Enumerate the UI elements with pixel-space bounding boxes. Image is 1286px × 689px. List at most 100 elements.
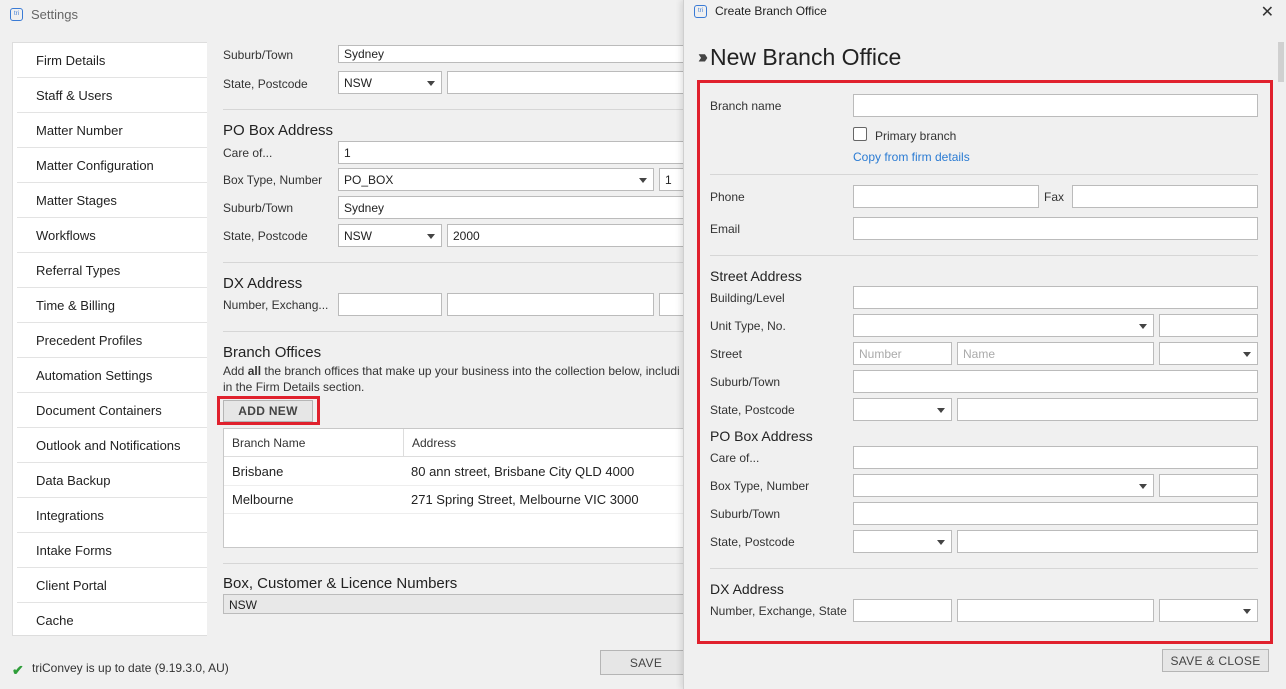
sidebar-item-outlook-notifications[interactable]: Outlook and Notifications — [17, 428, 207, 463]
sidebar-item-cache[interactable]: Cache — [17, 603, 207, 635]
close-icon[interactable]: ✕ — [1261, 2, 1274, 22]
po-postcode-field[interactable] — [957, 530, 1258, 553]
state-postcode-label: State, Postcode — [710, 403, 795, 417]
box-type-select[interactable] — [853, 474, 1154, 497]
street-postcode-field[interactable] — [447, 71, 687, 94]
po-postcode-field[interactable]: 2000 — [447, 224, 687, 247]
building-level-field[interactable] — [853, 286, 1258, 309]
dialog-title: Create Branch Office — [715, 4, 827, 18]
sidebar-item-client-portal[interactable]: Client Portal — [17, 568, 207, 603]
dx-label: Number, Exchange, State — [710, 604, 847, 618]
sidebar-item-matter-stages[interactable]: Matter Stages — [17, 183, 207, 218]
column-header-branch-name[interactable]: Branch Name — [224, 429, 404, 457]
dx-state-select[interactable] — [1159, 599, 1258, 622]
fax-label: Fax — [1044, 190, 1065, 204]
state-select[interactable] — [853, 398, 952, 421]
street-name-field[interactable]: Name — [957, 342, 1154, 365]
check-icon: ✔ — [12, 662, 24, 678]
save-close-button[interactable]: SAVE & CLOSE — [1162, 649, 1269, 672]
dx-number-field[interactable] — [853, 599, 952, 622]
dialog-titlebar: tri Create Branch Office — [684, 0, 1286, 22]
sidebar-item-intake-forms[interactable]: Intake Forms — [17, 533, 207, 568]
sidebar-item-time-billing[interactable]: Time & Billing — [17, 288, 207, 323]
sidebar-item-staff-users[interactable]: Staff & Users — [17, 78, 207, 113]
branch-offices-table: Branch Name Address Brisbane 80 ann stre… — [223, 428, 687, 548]
dialog-heading-text: New Branch Office — [709, 44, 902, 70]
po-suburb-field[interactable] — [853, 502, 1258, 525]
street-number-field[interactable]: Number — [853, 342, 952, 365]
dx-label: Number, Exchang... — [223, 298, 329, 312]
street-address-heading: Street Address — [710, 268, 802, 284]
email-field[interactable] — [853, 217, 1258, 240]
suburb-field[interactable] — [853, 370, 1258, 393]
window-title: Settings — [31, 6, 78, 22]
sidebar-item-matter-configuration[interactable]: Matter Configuration — [17, 148, 207, 183]
table-row[interactable]: Brisbane 80 ann street, Brisbane City QL… — [224, 458, 687, 486]
phone-field[interactable] — [853, 185, 1039, 208]
sidebar-item-firm-details[interactable]: Firm Details — [17, 43, 207, 78]
sidebar-item-referral-types[interactable]: Referral Types — [17, 253, 207, 288]
branch-name-field[interactable] — [853, 94, 1258, 117]
street-state-select[interactable]: NSW — [338, 71, 442, 94]
sidebar-item-data-backup[interactable]: Data Backup — [17, 463, 207, 498]
save-button[interactable]: SAVE — [600, 650, 692, 675]
po-suburb-field[interactable]: Sydney — [338, 196, 687, 219]
column-header-address[interactable]: Address — [404, 429, 687, 457]
dx-exchange-field[interactable] — [447, 293, 654, 316]
create-branch-dialog: tri Create Branch Office ✕ ››› New Branc… — [683, 0, 1286, 689]
street-type-select[interactable] — [1159, 342, 1258, 365]
street-state-label: State, Postcode — [223, 77, 308, 91]
street-number-placeholder: Number — [859, 347, 902, 361]
update-status-text: triConvey is up to date (9.19.3.0, AU) — [32, 661, 229, 675]
box-type-label: Box Type, Number — [223, 173, 323, 187]
sidebar-item-workflows[interactable]: Workflows — [17, 218, 207, 253]
care-of-field[interactable]: 1 — [338, 141, 687, 164]
dx-number-field[interactable] — [338, 293, 442, 316]
sidebar-item-matter-number[interactable]: Matter Number — [17, 113, 207, 148]
care-of-field[interactable] — [853, 446, 1258, 469]
fax-field[interactable] — [1072, 185, 1258, 208]
divider — [223, 331, 687, 332]
sidebar-item-integrations[interactable]: Integrations — [17, 498, 207, 533]
branch-offices-heading: Branch Offices — [223, 344, 322, 361]
unit-number-field[interactable] — [1159, 314, 1258, 337]
street-label: Street — [710, 347, 743, 361]
street-suburb-label: Suburb/Town — [223, 48, 294, 62]
unit-type-label: Unit Type, No. — [710, 319, 786, 333]
divider — [710, 568, 1258, 569]
primary-branch-checkbox[interactable] — [853, 127, 867, 141]
divider — [223, 262, 687, 263]
table-row[interactable]: Melbourne 271 Spring Street, Melbourne V… — [224, 486, 687, 514]
dx-heading: DX Address — [710, 581, 784, 597]
primary-branch-label: Primary branch — [875, 129, 957, 143]
branch-description-line2: in the Firm Details section. — [223, 380, 365, 394]
divider — [710, 174, 1258, 175]
branch-name-cell: Brisbane — [232, 464, 284, 479]
firm-details-content: Suburb/Town Sydney State, Postcode NSW P… — [207, 42, 687, 636]
divider — [223, 109, 687, 110]
divider — [710, 255, 1258, 256]
dialog-heading: ››› New Branch Office — [698, 44, 901, 71]
add-new-branch-button[interactable]: ADD NEW — [223, 400, 313, 422]
postcode-field[interactable] — [957, 398, 1258, 421]
street-suburb-field[interactable]: Sydney — [338, 45, 687, 63]
po-suburb-label: Suburb/Town — [223, 201, 294, 215]
dx-exchange-field[interactable] — [957, 599, 1154, 622]
licence-state-row[interactable]: NSW — [223, 594, 687, 614]
branch-address-cell: 80 ann street, Brisbane City QLD 4000 — [411, 464, 635, 479]
sidebar-item-automation-settings[interactable]: Automation Settings — [17, 358, 207, 393]
sidebar-item-document-containers[interactable]: Document Containers — [17, 393, 207, 428]
po-state-select[interactable] — [853, 530, 952, 553]
po-box-heading: PO Box Address — [710, 428, 813, 444]
app-logo-icon: tri — [694, 4, 707, 18]
divider — [223, 563, 687, 564]
building-level-label: Building/Level — [710, 291, 785, 305]
scrollbar[interactable] — [1278, 42, 1284, 82]
po-state-label: State, Postcode — [710, 535, 795, 549]
copy-from-firm-link[interactable]: Copy from firm details — [853, 150, 970, 164]
sidebar-item-precedent-profiles[interactable]: Precedent Profiles — [17, 323, 207, 358]
unit-type-select[interactable] — [853, 314, 1154, 337]
po-state-select[interactable]: NSW — [338, 224, 442, 247]
box-type-select[interactable]: PO_BOX — [338, 168, 654, 191]
box-number-field[interactable] — [1159, 474, 1258, 497]
